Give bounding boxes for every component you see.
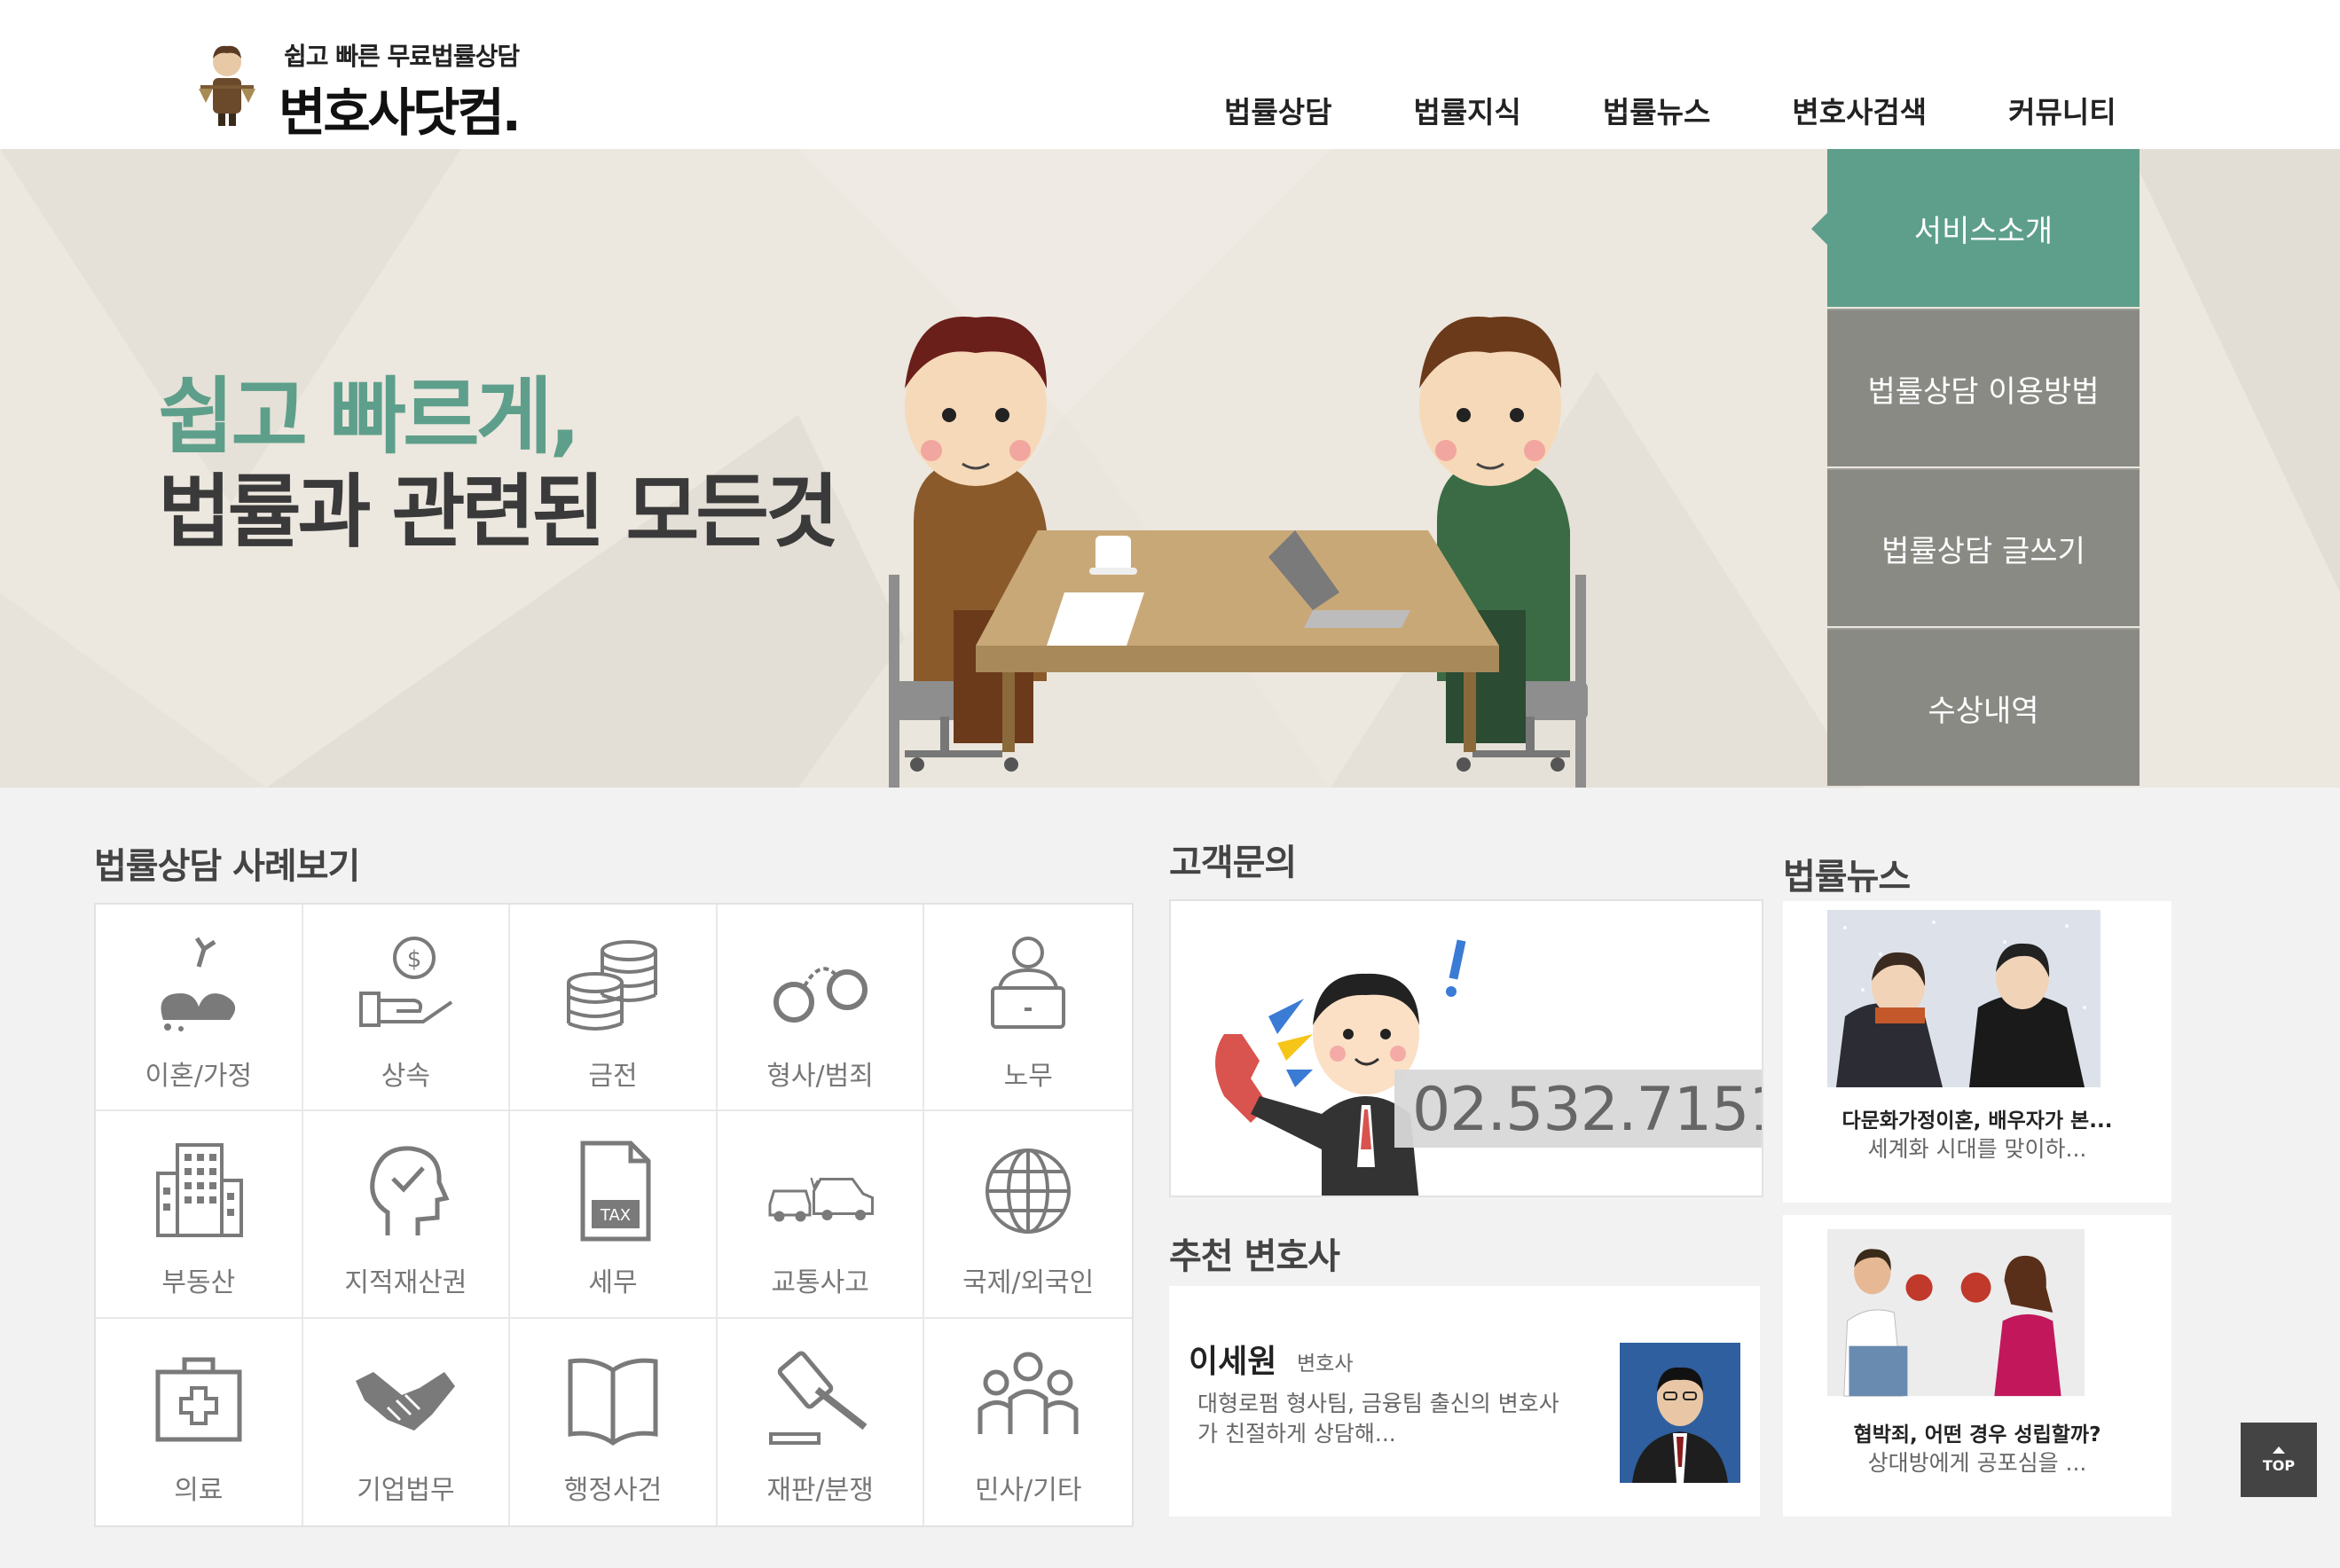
lawyer-photo: [1620, 1343, 1740, 1483]
globe-icon: [985, 1149, 1072, 1235]
case-label: 교통사고: [771, 1267, 869, 1299]
recommended-lawyer-card[interactable]: 이세원 변호사 대형로펌 형사팀, 금융팀 출신의 변호사가 친절하게 상담해.…: [1169, 1286, 1760, 1517]
case-trial-dispute[interactable]: 재판/분쟁: [718, 1318, 925, 1525]
case-labor[interactable]: 노무: [924, 905, 1132, 1112]
handshake-icon: [356, 1371, 456, 1431]
lawyer-description: 대형로펌 형사팀, 금융팀 출신의 변호사가 친절하게 상담해...: [1197, 1391, 1559, 1446]
side-menu-how-to-use[interactable]: 법률상담 이용방법: [1827, 309, 2140, 466]
case-label: 부동산: [161, 1267, 236, 1299]
people-group-icon: [978, 1352, 1079, 1434]
case-label: 행정사건: [563, 1474, 663, 1506]
active-indicator-arrow: [1811, 213, 1827, 245]
contact-banner[interactable]: 02.532.7151: [1169, 899, 1763, 1197]
contact-section-title: 고객문의: [1169, 843, 1297, 883]
lawyer-mascot-icon: [199, 45, 255, 126]
hero-banner: 쉽고 빠르게, 법률과 관련된 모든것 서비스소개 법률상담 이용방법 법률상담…: [0, 149, 2340, 788]
hero-side-menu: 서비스소개 법률상담 이용방법 법률상담 글쓰기 수상내역: [1811, 149, 2140, 788]
gavel-icon: [768, 1351, 868, 1445]
case-international-foreigner[interactable]: 국제/외국인: [924, 1111, 1132, 1319]
case-civil-other[interactable]: 민사/기타: [924, 1319, 1132, 1525]
side-menu-service-intro[interactable]: 서비스소개: [1811, 149, 2140, 307]
side-menu-label: 법률상담 이용방법: [1867, 373, 2100, 410]
news-section-title: 법률뉴스: [1783, 857, 1911, 898]
logo-name: 변호사닷컴.: [279, 82, 522, 143]
phone-agent-illustration: [1215, 939, 1466, 1196]
handcuffs-icon: [773, 967, 868, 1023]
case-label: 지적재산권: [344, 1267, 467, 1299]
lawyer-title: 변호사: [1297, 1352, 1354, 1376]
case-tax[interactable]: TAX 세무: [510, 1111, 718, 1319]
case-corporate-law[interactable]: 기업법무: [303, 1318, 511, 1525]
hand-coin-icon: $: [359, 937, 453, 1027]
side-menu-label: 법률상담 글쓰기: [1881, 533, 2085, 569]
coin-stack-icon: [566, 940, 657, 1031]
news-title: 다문화가정이혼, 배우자가 본...: [1841, 1109, 2113, 1133]
case-inheritance[interactable]: $ 상속: [302, 905, 511, 1112]
nav-legal-news[interactable]: 법률뉴스: [1603, 89, 1710, 133]
side-menu-awards[interactable]: 수상내역: [1827, 628, 2140, 786]
news-thumbnail: [1827, 910, 2101, 1087]
nav-legal-consultation[interactable]: 법률상담: [1224, 89, 1331, 133]
case-label: 이혼/가정: [145, 1061, 253, 1092]
case-label: 금전: [588, 1061, 638, 1092]
side-menu-write-consultation[interactable]: 법률상담 글쓰기: [1827, 468, 2140, 626]
news-thumbnail: [1827, 1228, 2085, 1397]
case-label: 의료: [174, 1474, 224, 1506]
side-menu-label: 서비스소개: [1913, 213, 2053, 249]
phone-number: 02.532.7151: [1412, 1075, 1763, 1145]
case-traffic-accident[interactable]: 교통사고: [717, 1111, 925, 1319]
news-title: 협박죄, 어떤 경우 성립할까?: [1853, 1423, 2101, 1446]
case-label: 세무: [588, 1267, 638, 1299]
head-check-icon: [370, 1146, 450, 1236]
news-excerpt: 세계화 시대를 맞이하...: [1867, 1136, 2087, 1162]
site-logo[interactable]: 쉽고 빠른 무료법률상담 변호사닷컴.: [197, 30, 552, 143]
case-label: 국제/외국인: [962, 1267, 1095, 1299]
case-intellectual-property[interactable]: 지적재산권: [302, 1111, 511, 1319]
case-label: 기업법무: [357, 1474, 455, 1506]
case-divorce-family[interactable]: 이혼/가정: [96, 905, 303, 1112]
case-label: 재판/분쟁: [766, 1474, 874, 1506]
lawyer-section-title: 추천 변호사: [1169, 1236, 1340, 1277]
case-label: 형사/범죄: [766, 1061, 874, 1092]
hero-subline: 법률과 관련된 모든것: [158, 466, 839, 559]
news-card[interactable]: 협박죄, 어떤 경우 성립할까? 상대방에게 공포심을 ...: [1783, 1215, 2171, 1517]
side-menu-label: 수상내역: [1928, 693, 2039, 729]
case-label: 상속: [381, 1061, 430, 1092]
book-icon: [568, 1358, 658, 1446]
medical-kit-icon: [155, 1357, 242, 1442]
nav-legal-knowledge[interactable]: 법률지식: [1413, 89, 1520, 133]
broken-heart-icon: [161, 937, 235, 1031]
case-real-estate[interactable]: 부동산: [96, 1111, 303, 1319]
arrow-up-icon: [2273, 1446, 2285, 1454]
lawyer-name: 이세원: [1189, 1344, 1277, 1380]
case-category-grid: 이혼/가정 $ 상속 금전 형사/범죄 노무 부동산 지적재산권 TAX 세무 …: [94, 903, 1134, 1527]
logo-tagline: 쉽고 빠른 무료법률상담: [284, 42, 520, 71]
nav-community[interactable]: 커뮤니티: [2008, 89, 2116, 133]
cases-section-title: 법률상담 사례보기: [94, 846, 360, 887]
case-money[interactable]: 금전: [510, 905, 718, 1112]
consultation-illustration: [889, 317, 1588, 788]
case-criminal[interactable]: 형사/범죄: [717, 905, 925, 1112]
case-label: 민사/기타: [974, 1474, 1082, 1506]
svg-text:TAX: TAX: [600, 1206, 631, 1225]
worker-laptop-icon: [991, 937, 1066, 1029]
tax-document-icon: TAX: [580, 1141, 651, 1242]
news-card[interactable]: 다문화가정이혼, 배우자가 본... 세계화 시대를 맞이하...: [1783, 901, 2171, 1203]
main-nav: 법률상담 법률지식 법률뉴스 변호사검색 커뮤니티: [1224, 89, 2198, 133]
news-excerpt: 상대방에게 공포심을 ...: [1867, 1450, 2087, 1476]
top-label: TOP: [2262, 1456, 2296, 1474]
case-administrative[interactable]: 행정사건: [510, 1318, 718, 1525]
case-label: 노무: [1003, 1061, 1053, 1092]
case-medical[interactable]: 의료: [96, 1318, 303, 1525]
nav-lawyer-search[interactable]: 변호사검색: [1792, 89, 1927, 133]
scroll-top-button[interactable]: TOP: [2241, 1423, 2317, 1497]
building-icon: [155, 1143, 243, 1238]
site-header: 쉽고 빠른 무료법률상담 변호사닷컴. 법률상담 법률지식 법률뉴스 변호사검색…: [0, 0, 2340, 149]
car-crash-icon: [768, 1178, 874, 1222]
svg-text:$: $: [407, 946, 422, 973]
